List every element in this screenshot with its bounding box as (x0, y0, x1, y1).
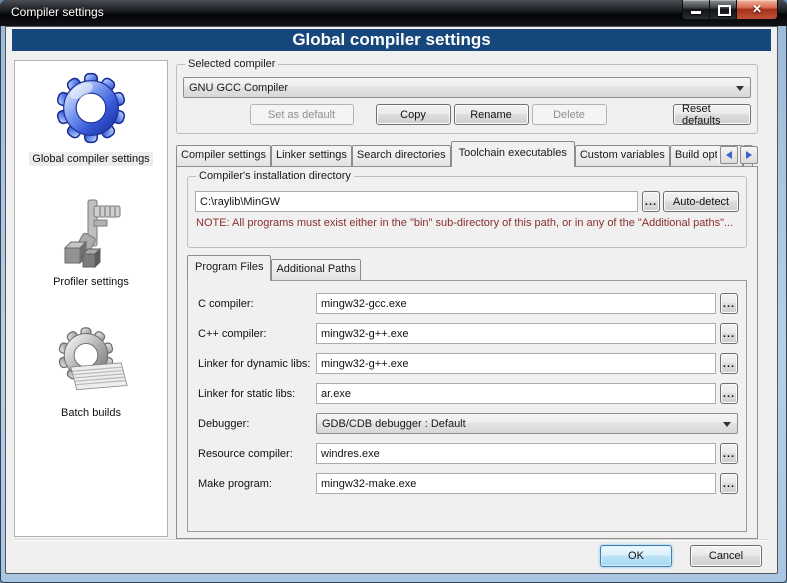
arrow-right-icon (746, 151, 752, 159)
field-label: Linker for static libs: (198, 388, 316, 400)
sidebar-item-global-compiler-settings[interactable]: Global compiler settings (29, 69, 152, 166)
cancel-button[interactable]: Cancel (690, 545, 762, 567)
selected-compiler-group-label: Selected compiler (185, 58, 278, 70)
window-controls: ✕ (682, 0, 778, 20)
bin-subdirectory-note: NOTE: All programs must exist either in … (196, 217, 738, 229)
compiler-select-value: GNU GCC Compiler (189, 82, 288, 94)
browse-static-linker-button[interactable]: ... (720, 383, 738, 404)
set-as-default-button[interactable]: Set as default (250, 104, 354, 125)
subtab-additional-paths[interactable]: Additional Paths (271, 259, 361, 280)
title-bar[interactable]: Compiler settings ✕ (0, 0, 787, 26)
caliper-icon (55, 198, 127, 270)
tab-linker-settings[interactable]: Linker settings (271, 145, 352, 166)
tab-scroll-left-button[interactable] (720, 146, 738, 164)
sidebar-item-batch-builds[interactable]: Batch builds (49, 323, 133, 420)
installation-directory-label: Compiler's installation directory (196, 170, 354, 182)
auto-detect-button[interactable]: Auto-detect (663, 191, 739, 212)
browse-c-compiler-button[interactable]: ... (720, 293, 738, 314)
field-row-debugger: Debugger: GDB/CDB debugger : Default (198, 413, 738, 434)
close-icon: ✕ (737, 2, 777, 16)
installation-directory-input[interactable] (195, 191, 638, 212)
field-label: Resource compiler: (198, 448, 316, 460)
field-label: C compiler: (198, 298, 316, 310)
tab-custom-variables[interactable]: Custom variables (575, 145, 670, 166)
browse-dynamic-linker-button[interactable]: ... (720, 353, 738, 374)
tab-toolchain-executables[interactable]: Toolchain executables (451, 141, 575, 167)
debugger-select-value: GDB/CDB debugger : Default (322, 418, 466, 430)
installation-directory-group: Compiler's installation directory ... Au… (187, 176, 747, 248)
browse-directory-button[interactable]: ... (642, 191, 660, 212)
installation-directory-row: ... Auto-detect (195, 191, 739, 212)
compiler-buttons-row: Set as default Copy Rename Delete Reset … (183, 104, 751, 125)
dynamic-linker-input[interactable] (316, 353, 716, 374)
sidebar-item-label: Batch builds (58, 406, 124, 420)
settings-tab-strip: Compiler settings Linker settings Search… (176, 140, 758, 166)
c-compiler-input[interactable] (316, 293, 716, 314)
tab-scroll-buttons (717, 146, 758, 164)
sidebar-item-profiler-settings[interactable]: Profiler settings (50, 198, 132, 289)
arrow-left-icon (726, 151, 732, 159)
cpp-compiler-input[interactable] (316, 323, 716, 344)
program-files-page: C compiler: ... C++ compiler: ... Linker… (187, 280, 747, 532)
page-title: Global compiler settings (12, 29, 771, 51)
gray-gear-stack-icon (49, 323, 133, 401)
field-row-resource-compiler: Resource compiler: ... (198, 443, 738, 464)
tab-compiler-settings[interactable]: Compiler settings (176, 145, 271, 166)
field-row-cpp-compiler: C++ compiler: ... (198, 323, 738, 344)
resource-compiler-input[interactable] (316, 443, 716, 464)
ok-button[interactable]: OK (600, 545, 672, 567)
field-row-dynamic-linker: Linker for dynamic libs: ... (198, 353, 738, 374)
debugger-select[interactable]: GDB/CDB debugger : Default (316, 413, 738, 434)
browse-make-program-button[interactable]: ... (720, 473, 738, 494)
field-label: Linker for dynamic libs: (198, 358, 316, 370)
toolchain-executables-page: Compiler's installation directory ... Au… (176, 166, 758, 539)
browse-resource-compiler-button[interactable]: ... (720, 443, 738, 464)
sidebar-item-label: Global compiler settings (29, 152, 152, 166)
field-row-make-program: Make program: ... (198, 473, 738, 494)
close-button[interactable]: ✕ (737, 0, 778, 20)
tab-search-directories[interactable]: Search directories (352, 145, 451, 166)
compiler-select[interactable]: GNU GCC Compiler (183, 77, 751, 98)
chevron-down-icon (723, 422, 731, 427)
window-title: Compiler settings (11, 5, 104, 19)
selected-compiler-group: Selected compiler GNU GCC Compiler Set a… (176, 64, 758, 134)
delete-button[interactable]: Delete (532, 104, 607, 125)
program-files-tab-strip: Program Files Additional Paths (187, 256, 757, 280)
dialog-body: Global compiler settings (5, 26, 778, 574)
main-panel: Selected compiler GNU GCC Compiler Set a… (176, 60, 758, 539)
chevron-down-icon (736, 86, 744, 91)
blue-gear-icon (52, 69, 130, 147)
maximize-button[interactable] (710, 0, 737, 20)
field-row-c-compiler: C compiler: ... (198, 293, 738, 314)
maximize-icon (718, 5, 731, 16)
field-row-static-linker: Linker for static libs: ... (198, 383, 738, 404)
footer-divider (14, 539, 769, 540)
sidebar-item-label: Profiler settings (50, 275, 132, 289)
copy-button[interactable]: Copy (376, 104, 451, 125)
field-label: Make program: (198, 478, 316, 490)
rename-button[interactable]: Rename (454, 104, 529, 125)
browse-cpp-compiler-button[interactable]: ... (720, 323, 738, 344)
field-label: Debugger: (198, 418, 316, 430)
field-label: C++ compiler: (198, 328, 316, 340)
static-linker-input[interactable] (316, 383, 716, 404)
subtab-program-files[interactable]: Program Files (187, 255, 271, 281)
minimize-icon (691, 11, 701, 14)
reset-defaults-button[interactable]: Reset defaults (673, 104, 751, 125)
tab-scroll-right-button[interactable] (740, 146, 758, 164)
make-program-input[interactable] (316, 473, 716, 494)
window-frame: Compiler settings ✕ Global compiler sett… (0, 0, 787, 583)
minimize-button[interactable] (682, 0, 710, 20)
settings-category-sidebar: Global compiler settings (14, 60, 168, 537)
